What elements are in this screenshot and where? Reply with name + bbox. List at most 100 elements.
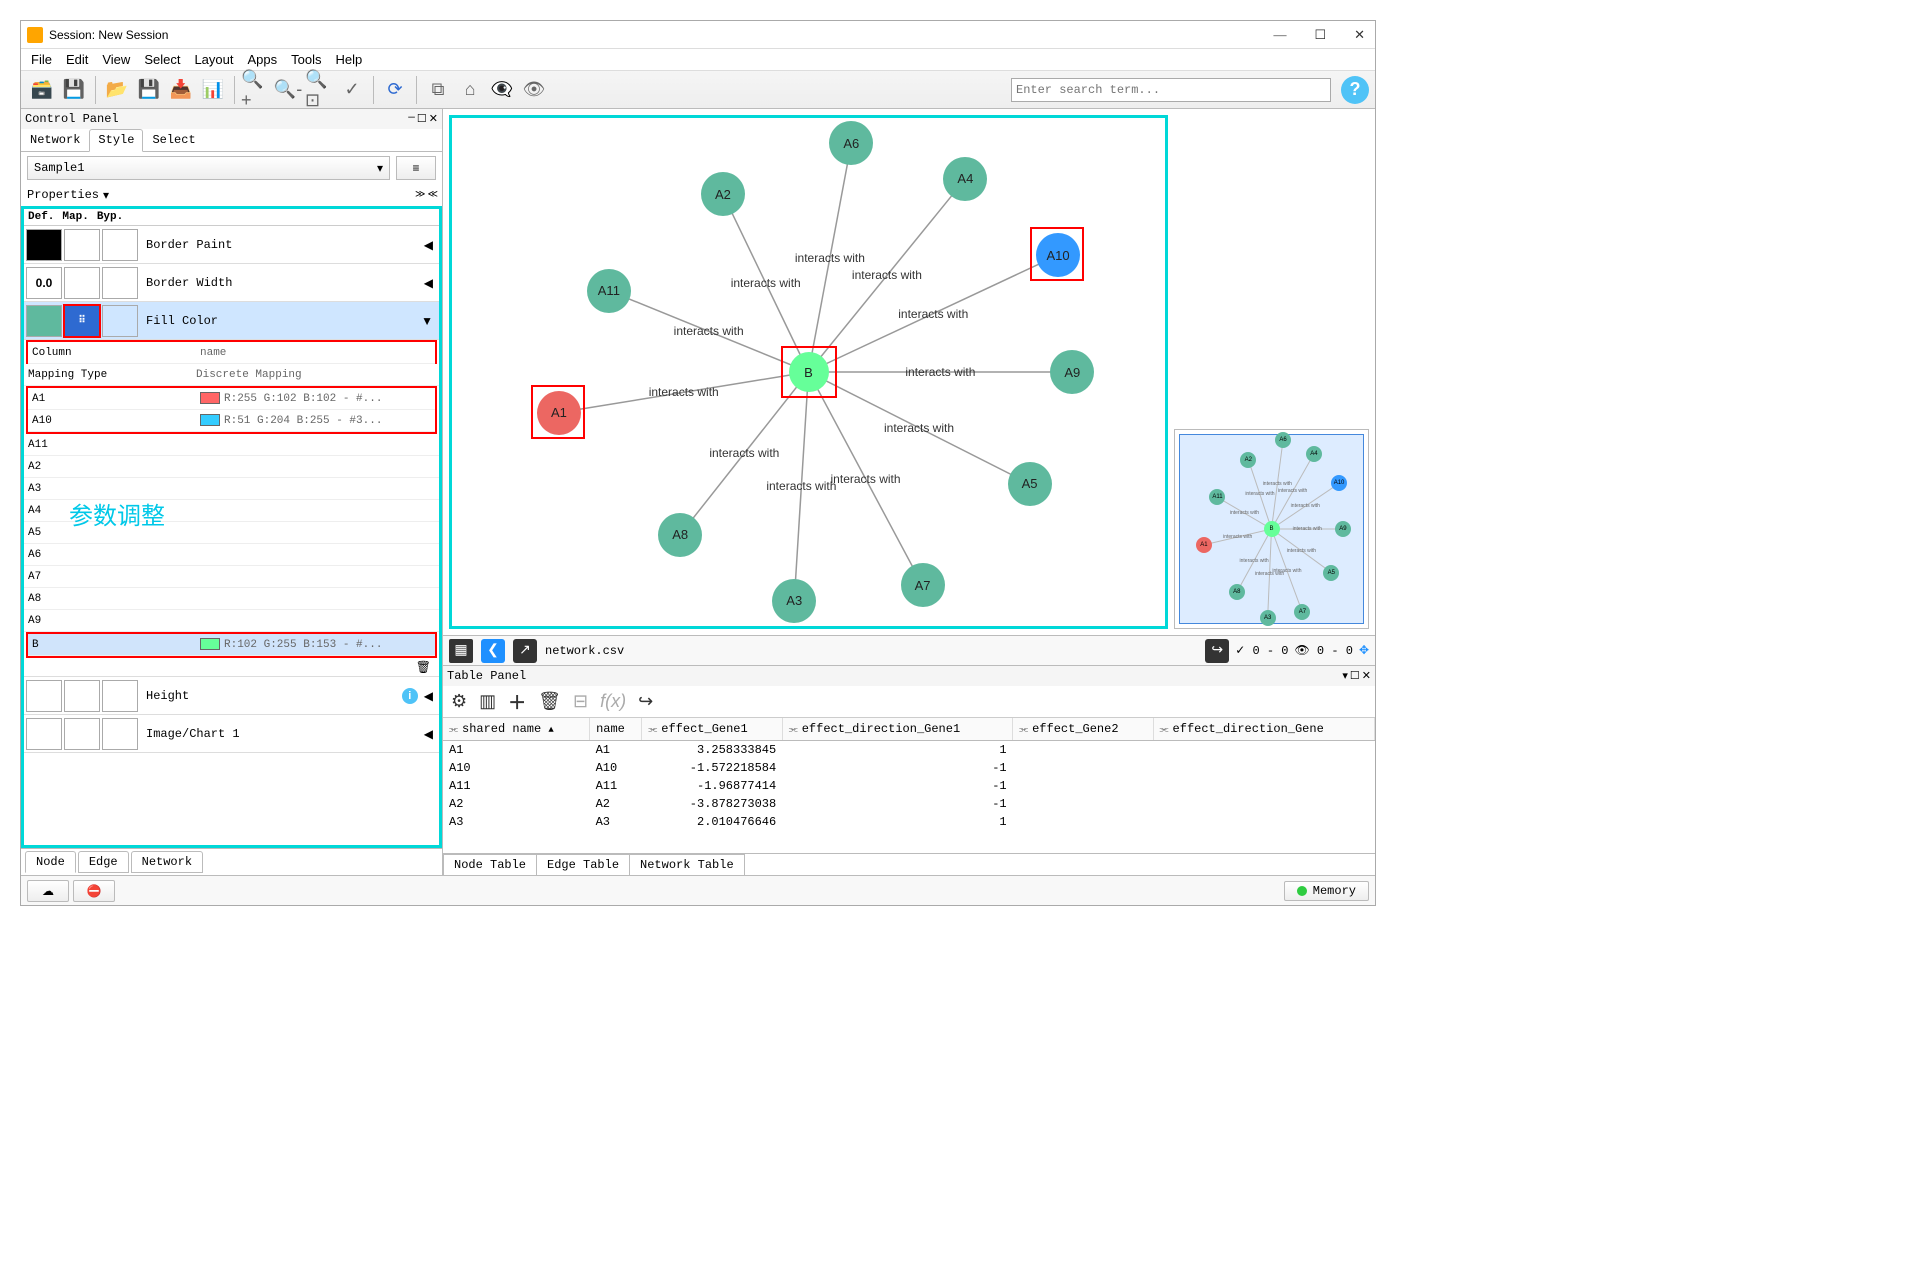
apply-layout-icon[interactable]: ✓: [337, 75, 367, 105]
table-row[interactable]: A11A11-1.96877414-1: [443, 777, 1375, 795]
network-view[interactable]: BA6A4A2A10A11A9A1A5A8A7A3 interacts with…: [449, 115, 1168, 629]
mapping-row-a10[interactable]: A10 R:51 G:204 B:255 - #3...: [28, 410, 435, 432]
node-a8[interactable]: A8: [658, 513, 702, 557]
menu-file[interactable]: File: [25, 50, 58, 69]
prop-border-width[interactable]: 0.0 Border Width ◀: [24, 264, 439, 302]
subtab-edge[interactable]: Edge: [78, 851, 129, 873]
mapping-row-a8[interactable]: A8: [24, 588, 439, 610]
hide-icon[interactable]: 👁‍🗨: [487, 75, 517, 105]
prop-height[interactable]: Height i ◀: [24, 677, 439, 715]
grid-view-icon[interactable]: ▦: [449, 639, 473, 663]
import-table-icon[interactable]: 📊: [198, 75, 228, 105]
menu-edit[interactable]: Edit: [60, 50, 94, 69]
node-a5[interactable]: A5: [1008, 462, 1052, 506]
info-icon[interactable]: i: [402, 688, 418, 704]
fit-selected-icon[interactable]: ✥: [1359, 643, 1369, 658]
table-row[interactable]: A10A10-1.572218584-1: [443, 759, 1375, 777]
mapping-row-a4[interactable]: A4: [24, 500, 439, 522]
import-network-icon[interactable]: 📥: [166, 75, 196, 105]
home-icon[interactable]: ⌂: [455, 75, 485, 105]
node-a3[interactable]: A3: [772, 579, 816, 623]
panel-close-icon[interactable]: ✕: [429, 112, 438, 126]
mapping-column-row[interactable]: Column name: [28, 342, 435, 364]
tab-node-table[interactable]: Node Table: [443, 854, 537, 875]
node-a11[interactable]: A11: [587, 269, 631, 313]
window-minimize[interactable]: —: [1269, 27, 1290, 43]
trash-icon[interactable]: 🗑: [538, 691, 561, 712]
tp-close-icon[interactable]: ✕: [1362, 669, 1371, 683]
memory-button[interactable]: Memory: [1284, 881, 1369, 901]
refresh-icon[interactable]: ⟳: [380, 75, 410, 105]
mapping-row-a7[interactable]: A7: [24, 566, 439, 588]
tab-edge-table[interactable]: Edge Table: [536, 854, 630, 875]
prop-image-chart[interactable]: Image/Chart 1 ◀: [24, 715, 439, 753]
zoom-out-icon[interactable]: 🔍-: [273, 75, 303, 105]
mapping-row-a9[interactable]: A9: [24, 610, 439, 632]
menu-view[interactable]: View: [96, 50, 136, 69]
prop-border-paint[interactable]: Border Paint ◀: [24, 226, 439, 264]
delete-mapping-icon[interactable]: 🗑: [416, 660, 431, 674]
subtab-network[interactable]: Network: [131, 851, 203, 873]
menu-help[interactable]: Help: [330, 50, 369, 69]
window-maximize[interactable]: ☐: [1310, 27, 1330, 43]
node-a2[interactable]: A2: [701, 172, 745, 216]
mapping-row-a1[interactable]: A1 R:255 G:102 B:102 - #...: [28, 388, 435, 410]
detach-icon[interactable]: ↗: [513, 639, 537, 663]
cloud-icon[interactable]: ☁: [27, 880, 69, 902]
bird-eye-view[interactable]: BA6interacts withA4interacts withA2inter…: [1174, 429, 1369, 629]
node-a9[interactable]: A9: [1050, 350, 1094, 394]
tab-network[interactable]: Network: [21, 129, 89, 151]
menu-tools[interactable]: Tools: [285, 50, 327, 69]
mapping-row-a11[interactable]: A11: [24, 434, 439, 456]
node-a6[interactable]: A6: [829, 121, 873, 165]
style-menu-button[interactable]: ≡: [396, 156, 436, 180]
panel-min-icon[interactable]: —: [408, 112, 415, 126]
zoom-fit-icon[interactable]: 🔍⊡: [305, 75, 335, 105]
clear-icon[interactable]: ⊟: [573, 691, 588, 712]
subtab-node[interactable]: Node: [25, 851, 76, 873]
node-a7[interactable]: A7: [901, 563, 945, 607]
gear-icon[interactable]: ⚙: [451, 691, 467, 712]
share-icon[interactable]: ❮: [481, 639, 505, 663]
tab-select[interactable]: Select: [143, 129, 204, 151]
menu-layout[interactable]: Layout: [188, 50, 239, 69]
mapping-row-a6[interactable]: A6: [24, 544, 439, 566]
export-icon[interactable]: ↪: [1205, 639, 1229, 663]
tab-style[interactable]: Style: [89, 129, 143, 152]
tp-float-icon[interactable]: ☐: [1350, 669, 1360, 683]
open-icon[interactable]: 📂: [102, 75, 132, 105]
add-icon[interactable]: ＋: [508, 689, 526, 715]
menu-apps[interactable]: Apps: [242, 50, 284, 69]
show-icon[interactable]: 👁: [519, 75, 549, 105]
tp-min-icon[interactable]: ▾: [1342, 669, 1348, 683]
node-b[interactable]: B: [789, 352, 829, 392]
save-icon[interactable]: 💾: [134, 75, 164, 105]
new-session-icon[interactable]: 🗃️: [27, 75, 57, 105]
first-neighbors-icon[interactable]: ⧉: [423, 75, 453, 105]
zoom-in-icon[interactable]: 🔍+: [241, 75, 271, 105]
function-icon[interactable]: f(x): [600, 691, 626, 712]
mapping-row-a5[interactable]: A5: [24, 522, 439, 544]
prop-fill-color[interactable]: ⠿ Fill Color ▼: [24, 302, 439, 340]
style-selector[interactable]: Sample1▾: [27, 156, 390, 180]
mapping-row-b[interactable]: B R:102 G:255 B:153 - #...: [28, 634, 435, 656]
tab-network-table[interactable]: Network Table: [629, 854, 745, 875]
window-close[interactable]: ✕: [1350, 27, 1369, 43]
mapping-row-a3[interactable]: A3: [24, 478, 439, 500]
search-input[interactable]: [1011, 78, 1331, 102]
data-table[interactable]: ⫘shared name ▲ name ⫘effect_Gene1 ⫘effec…: [443, 718, 1375, 831]
export-table-icon[interactable]: ↪: [638, 691, 653, 712]
menu-select[interactable]: Select: [138, 50, 186, 69]
mapping-type-row[interactable]: Mapping Type Discrete Mapping: [24, 364, 439, 386]
node-a4[interactable]: A4: [943, 157, 987, 201]
columns-icon[interactable]: ▥: [479, 691, 496, 712]
panel-float-icon[interactable]: ☐: [417, 112, 427, 126]
mapping-row-a2[interactable]: A2: [24, 456, 439, 478]
table-row[interactable]: A2A2-3.878273038-1: [443, 795, 1375, 813]
help-icon[interactable]: ?: [1341, 76, 1369, 104]
table-row[interactable]: A3A32.0104766461: [443, 813, 1375, 831]
table-row[interactable]: A1A13.2583338451: [443, 741, 1375, 760]
save-session-icon[interactable]: 💾: [59, 75, 89, 105]
stop-icon[interactable]: ⛔: [73, 880, 115, 902]
properties-label[interactable]: Properties: [27, 188, 99, 202]
